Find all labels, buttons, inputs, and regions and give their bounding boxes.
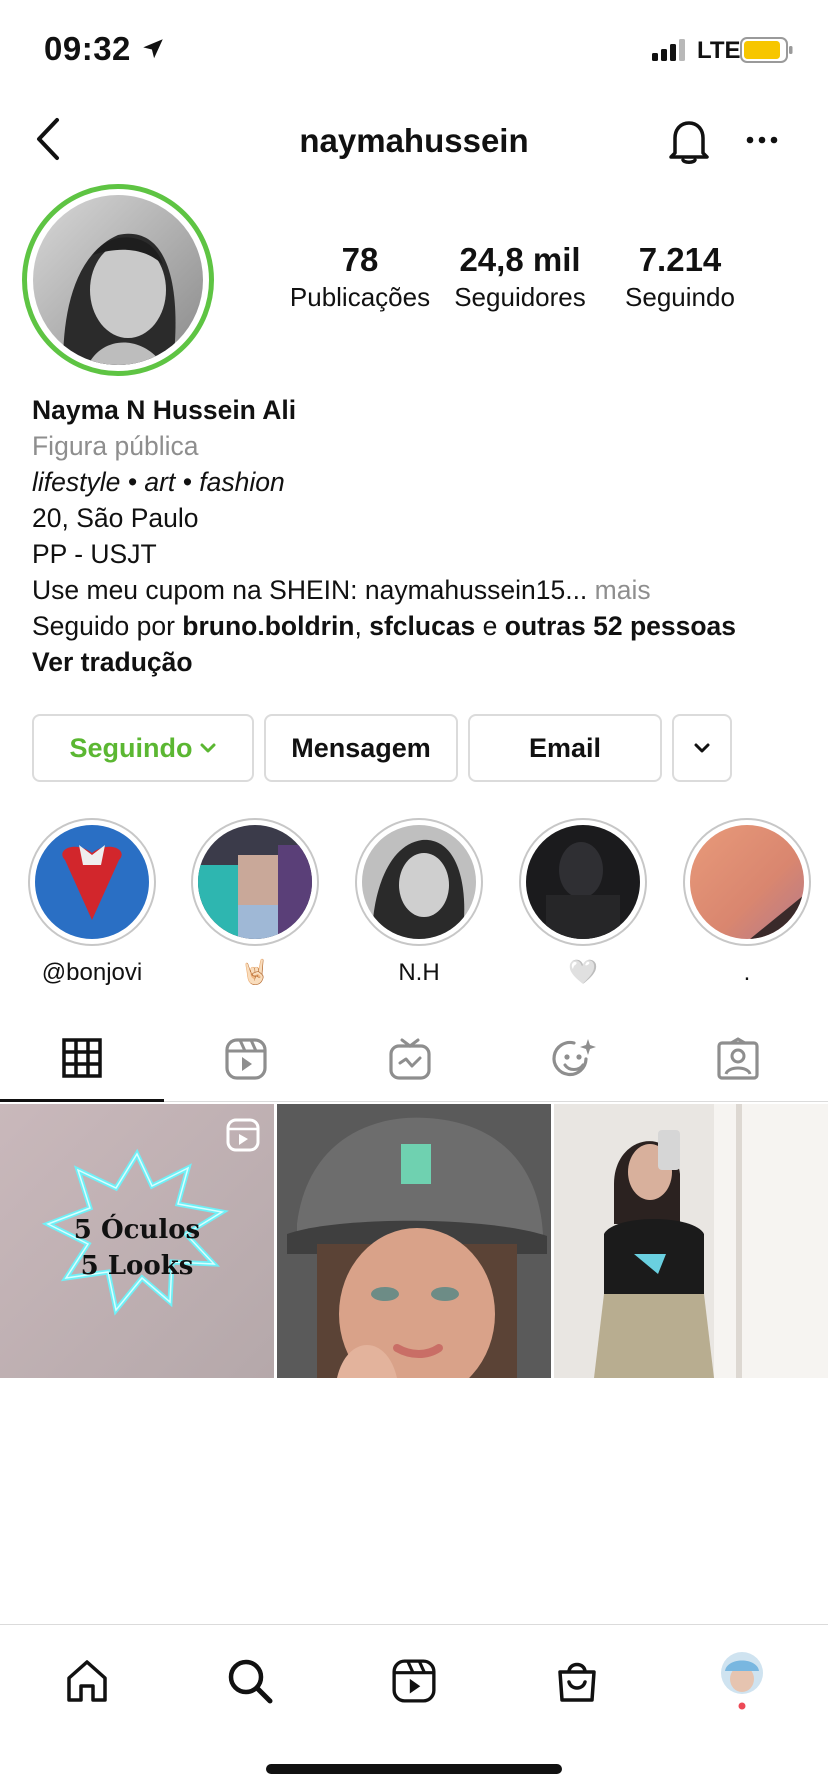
location-arrow-icon bbox=[143, 39, 163, 59]
followed-by-user-2: sfclucas bbox=[369, 611, 476, 641]
highlight-label: 🤘🏻 bbox=[240, 959, 270, 986]
profile-photo bbox=[33, 195, 203, 365]
post-thumbnail[interactable]: 5 Óculos 5 Looks bbox=[0, 1104, 274, 1378]
highlight-cover bbox=[690, 825, 804, 939]
network-type: LTE bbox=[697, 37, 741, 64]
notifications-button[interactable] bbox=[664, 114, 714, 168]
tagged-icon bbox=[717, 1037, 759, 1080]
shop-icon bbox=[558, 1662, 596, 1702]
nav-shop[interactable] bbox=[542, 1651, 612, 1711]
post-thumbnail[interactable] bbox=[554, 1104, 828, 1378]
chevron-down-icon bbox=[694, 743, 710, 753]
message-button[interactable]: Mensagem bbox=[264, 714, 458, 782]
nav-reels[interactable] bbox=[379, 1651, 449, 1711]
profile-tags: lifestyle • art • fashion bbox=[32, 467, 285, 497]
bio-coupon-text: Use meu cupom na SHEIN: naymahussein15..… bbox=[32, 575, 588, 605]
bio-line-3: Use meu cupom na SHEIN: naymahussein15..… bbox=[32, 572, 812, 608]
highlight-cover bbox=[362, 825, 476, 939]
nav-search[interactable] bbox=[215, 1651, 285, 1711]
profile-name: Nayma N Hussein Ali bbox=[32, 395, 297, 425]
stat-posts[interactable]: 78 Publicações bbox=[280, 240, 440, 314]
profile-actions: Seguindo Mensagem Email bbox=[32, 714, 798, 782]
stat-followers-label: Seguidores bbox=[454, 282, 586, 312]
highlight-item[interactable]: N.H bbox=[354, 818, 484, 988]
status-time: 09:32 bbox=[44, 30, 131, 67]
more-options-button[interactable] bbox=[740, 120, 784, 160]
profile-avatar bbox=[721, 1652, 763, 1710]
home-icon bbox=[67, 1660, 107, 1702]
tab-reels[interactable] bbox=[164, 1016, 328, 1102]
post-text-line-1: 5 Óculos bbox=[73, 1215, 201, 1245]
highlight-cover bbox=[35, 825, 149, 939]
suggested-accounts-button[interactable] bbox=[672, 714, 732, 782]
home-indicator[interactable] bbox=[266, 1764, 562, 1774]
signal-icon bbox=[652, 39, 685, 61]
profile-avatar[interactable] bbox=[22, 184, 214, 376]
tab-posts[interactable] bbox=[0, 1016, 164, 1102]
profile-stats: 78 Publicações 24,8 mil Seguidores 7.214… bbox=[280, 240, 800, 320]
tab-effects[interactable] bbox=[492, 1016, 656, 1102]
email-button[interactable]: Email bbox=[468, 714, 662, 782]
profile-category: Figura pública bbox=[32, 431, 199, 461]
profile-header: naymahussein bbox=[0, 100, 828, 180]
highlight-label: . bbox=[743, 959, 751, 986]
highlight-label: @bonjovi bbox=[41, 959, 143, 986]
bio-line-2: PP - USJT bbox=[32, 539, 157, 569]
profile-bio: Nayma N Hussein Ali Figura pública lifes… bbox=[32, 392, 812, 680]
status-bar: 09:32 LTE bbox=[0, 0, 828, 100]
chevron-down-icon bbox=[200, 743, 215, 753]
bottom-navigation bbox=[0, 1624, 828, 1734]
highlight-item[interactable]: @bonjovi bbox=[27, 818, 157, 988]
profile-tabs bbox=[0, 1016, 828, 1102]
story-highlights: @bonjovi 🤘🏻 N.H 🤍 . bbox=[0, 818, 828, 988]
highlight-label: 🤍 bbox=[568, 959, 598, 986]
effects-icon bbox=[552, 1039, 596, 1077]
following-button[interactable]: Seguindo bbox=[32, 714, 254, 782]
igtv-icon bbox=[389, 1038, 431, 1080]
bell-icon bbox=[669, 121, 709, 164]
following-button-label: Seguindo bbox=[69, 732, 193, 763]
followed-by-prefix: Seguido por bbox=[32, 611, 183, 641]
email-button-label: Email bbox=[528, 732, 602, 763]
reels-icon bbox=[225, 1038, 267, 1080]
message-button-label: Mensagem bbox=[291, 732, 431, 763]
stat-followers-value: 24,8 mil bbox=[459, 241, 581, 278]
stat-followers[interactable]: 24,8 mil Seguidores bbox=[440, 240, 600, 314]
highlight-item[interactable]: 🤘🏻 bbox=[190, 818, 320, 988]
reels-icon bbox=[392, 1659, 436, 1703]
search-icon bbox=[228, 1659, 273, 1704]
tab-igtv[interactable] bbox=[328, 1016, 492, 1102]
nav-home[interactable] bbox=[52, 1651, 122, 1711]
see-translation-link[interactable]: Ver tradução bbox=[32, 644, 812, 680]
highlight-cover bbox=[526, 825, 640, 939]
tab-tagged[interactable] bbox=[656, 1016, 820, 1102]
grid-icon bbox=[62, 1037, 102, 1078]
followed-by-others: outras 52 pessoas bbox=[504, 611, 737, 641]
highlight-cover bbox=[198, 825, 312, 939]
bio-line-1: 20, São Paulo bbox=[32, 503, 199, 533]
stat-posts-label: Publicações bbox=[289, 282, 431, 312]
more-icon bbox=[746, 136, 778, 144]
stat-posts-value: 78 bbox=[341, 241, 379, 278]
highlight-item[interactable]: . bbox=[682, 818, 812, 988]
post-thumbnail[interactable] bbox=[277, 1104, 551, 1378]
followed-by[interactable]: Seguido por bruno.boldrin, sfclucas e ou… bbox=[32, 608, 812, 644]
post-text-line-2: 5 Looks bbox=[80, 1251, 194, 1281]
nav-profile[interactable] bbox=[707, 1651, 777, 1711]
battery-icon bbox=[740, 37, 793, 63]
followed-by-separator: , bbox=[354, 611, 370, 641]
highlight-label: N.H bbox=[398, 959, 440, 986]
followed-by-user-1: bruno.boldrin bbox=[182, 611, 355, 641]
stat-following-value: 7.214 bbox=[638, 241, 722, 278]
highlight-item[interactable]: 🤍 bbox=[518, 818, 648, 988]
stat-following-label: Seguindo bbox=[625, 282, 735, 312]
bio-more-link[interactable]: mais bbox=[587, 575, 651, 605]
followed-by-and: e bbox=[475, 611, 505, 641]
posts-grid: 5 Óculos 5 Looks bbox=[0, 1104, 828, 1378]
stat-following[interactable]: 7.214 Seguindo bbox=[600, 240, 760, 314]
